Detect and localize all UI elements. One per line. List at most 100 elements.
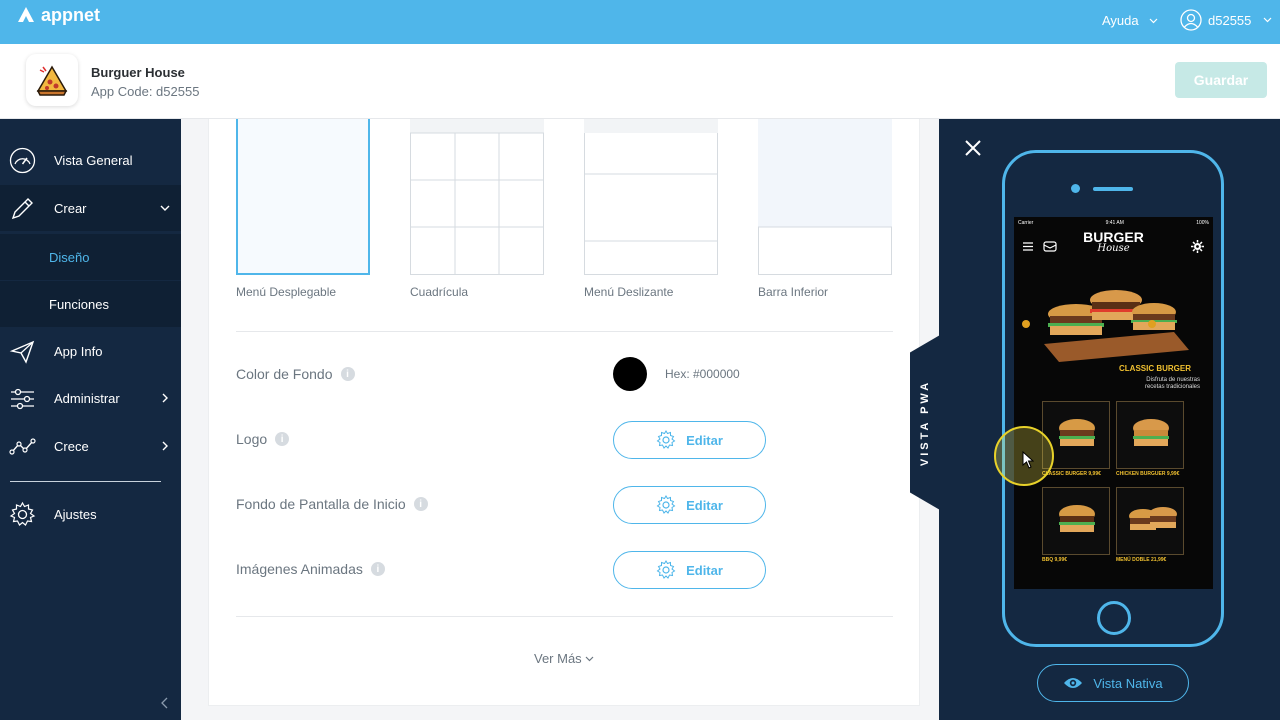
menu-tile [1042,487,1110,555]
sidebar-item-vista-general[interactable]: Vista General [0,137,181,183]
divider [236,331,893,332]
layout-caption: Barra Inferior [758,285,829,299]
brand-subtitle: House [1097,243,1130,254]
info-icon[interactable]: i [370,562,385,576]
app-icon [26,54,78,106]
gear-icon [9,501,36,528]
save-button[interactable]: Guardar [1175,62,1267,98]
pwa-view-tab[interactable]: VISTA PWA [910,335,940,510]
sliders-icon [9,385,36,412]
info-icon[interactable]: i [340,367,355,381]
burger-image [1059,505,1095,532]
sidebar-divider [10,481,161,482]
chevron-down-icon [1263,17,1272,23]
grid-layout-preview [410,119,544,275]
user-label: d52555 [1208,12,1252,28]
pwa-tab-label: VISTA PWA [919,379,931,466]
sidebar-subitem-label: Funciones [49,296,109,312]
home-wallpaper-label: Fondo de Pantalla de Inicio [236,496,406,512]
menu-tile [1116,487,1184,555]
chevron-down-icon [585,656,594,661]
divider [236,616,893,617]
phone-camera [1071,184,1080,193]
phone-home-button [1097,601,1131,635]
user-menu[interactable]: d52555 [1180,9,1272,31]
menu-tile-caption: CHICKEN BURGUER 9,99€ [1116,471,1180,477]
layout-caption: Cuadrícula [410,285,469,299]
burger-image [1129,507,1177,530]
dashboard-icon [9,147,36,174]
top-bar: appnet Ayuda d52555 [0,0,1280,44]
phone-screen: Carrier 9:41 AM 100% BURGER House CLASSI… [1014,217,1213,589]
appnet-logo[interactable]: appnet [16,5,100,26]
help-label: Ayuda [1102,13,1139,28]
time-label: 9:41 AM [1105,220,1124,226]
collapse-sidebar-icon[interactable] [160,697,170,709]
pizza-slice-icon [36,65,68,96]
burger-image [1133,419,1169,446]
edit-label: Editar [686,432,723,448]
info-icon[interactable]: i [275,432,290,446]
sidebar-item-ajustes[interactable]: Ajustes [0,491,181,537]
app-header: Burguer House App Code: d52555 Guardar [0,44,1280,119]
bottom-bar-layout-preview [758,119,892,228]
sidebar-item-label: Administrar [54,390,120,406]
main-content: Menú Desplegable Cuadrícula Menú Desliza… [181,119,939,720]
layout-option-barra-inferior[interactable] [758,119,892,275]
logo-row: Logo i [236,431,290,447]
layout-option-menu-desplegable[interactable] [236,119,370,275]
menu-tile-caption: CLASSIC BURGER 9,99€ [1042,471,1101,477]
sidebar-item-crece[interactable]: Crece [0,423,181,469]
appnet-logo-icon [18,6,34,24]
sidebar-item-label: Crear [54,200,87,216]
sidebar-item-administrar[interactable]: Administrar [0,375,181,421]
home-wallpaper-row: Fondo de Pantalla de Inicio i [236,496,428,512]
edit-animated-images-button[interactable]: Editar [613,551,766,589]
background-hex: Hex: #000000 [665,367,740,381]
sidebar-subitem-funciones[interactable]: Funciones [0,281,181,327]
layout-caption: Menú Desplegable [236,285,337,299]
carrier-label: Carrier [1018,220,1034,226]
background-color-swatch[interactable] [613,357,647,391]
sidebar-subitem-diseno[interactable]: Diseño [0,234,181,280]
see-more-label: Ver Más [534,651,582,666]
sidebar-subitem-label: Diseño [49,249,90,265]
gear-icon [656,430,676,449]
pencil-icon [9,195,36,222]
edit-label: Editar [686,497,723,513]
layout-caption: Menú Deslizante [584,285,674,299]
logo-label: Logo [236,431,268,447]
close-icon[interactable] [964,139,982,157]
sidebar-item-label: Vista General [54,152,133,168]
mouse-pointer-icon [1022,451,1034,469]
menu-tile-caption: BBQ 9,99€ [1042,557,1068,563]
app-name: Burguer House [91,65,185,80]
chevron-right-icon [162,441,168,451]
restaurant-brand: BURGER House [1014,229,1213,254]
edit-logo-button[interactable]: Editar [613,421,766,459]
sidebar-item-crear[interactable]: Crear [0,185,181,231]
native-view-button[interactable]: Vista Nativa [1037,664,1189,702]
layout-option-menu-deslizante[interactable] [584,119,718,275]
edit-home-wallpaper-button[interactable]: Editar [613,486,766,524]
sidebar: Vista General Crear Diseño Funciones App… [0,119,181,720]
sidebar-item-app-info[interactable]: App Info [0,328,181,374]
eye-icon [1064,678,1083,688]
info-icon[interactable]: i [413,497,428,511]
preview-panel: VISTA PWA Carrier 9:41 AM 100% BURGER Ho… [910,119,1280,720]
layout-option-cuadricula[interactable] [410,119,544,275]
paper-plane-icon [9,338,36,365]
chevron-down-icon [160,205,170,211]
phone-speaker [1093,187,1133,191]
app-code: App Code: d52555 [91,84,200,99]
see-more-link[interactable]: Ver Más [534,651,594,666]
sidebar-item-label: Crece [54,438,89,454]
user-avatar-icon [1180,9,1202,31]
animated-images-row: Imágenes Animadas i [236,561,385,577]
chevron-down-icon [1149,18,1158,23]
help-menu[interactable]: Ayuda [1102,13,1158,28]
background-color-row: Color de Fondo i [236,366,355,382]
hero-burger-image [1022,290,1189,362]
hero-subtitle: Disfruta de nuestras recetas tradicional… [1144,377,1200,390]
sidebar-item-label: Ajustes [54,506,97,522]
